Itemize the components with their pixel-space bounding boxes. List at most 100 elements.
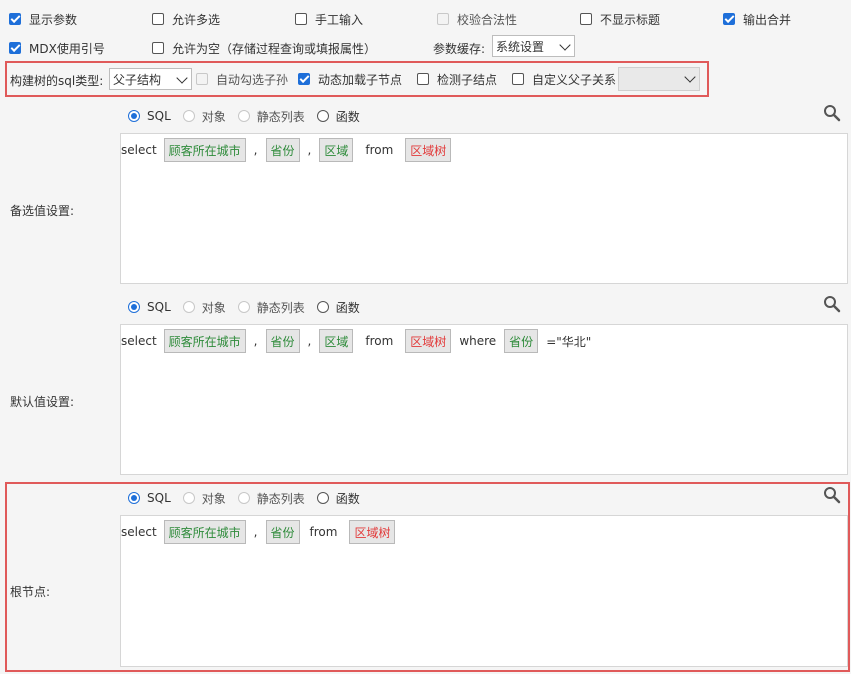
custom-relation-checkbox[interactable]: 自定义父子关系: [512, 71, 616, 87]
radio-disabled-icon: [237, 492, 250, 504]
hide-title-label: 不显示标题: [600, 12, 661, 27]
candidate-sql-editor[interactable]: select 顾客所在城市 , 省份 , 区域 from 区域树: [120, 133, 848, 284]
radio-static-label: 静态列表: [256, 300, 305, 315]
radio-object: 对象: [182, 108, 226, 125]
validate-label: 校验合法性: [457, 12, 518, 27]
checkbox-checked-icon: [298, 73, 310, 85]
checkbox-checked-icon: [723, 13, 735, 25]
field-token[interactable]: 顾客所在城市: [163, 138, 246, 162]
validate-checkbox: 校验合法性: [437, 11, 517, 27]
checkbox-unchecked-icon: [417, 73, 429, 85]
radio-selected-icon: [128, 301, 140, 313]
tree-type-select[interactable]: 父子结构: [109, 68, 192, 90]
auto-check-children-checkbox: 自动勾选子孙: [196, 71, 288, 87]
candidate-label: 备选值设置:: [10, 204, 75, 218]
comma: ,: [253, 525, 258, 539]
sql-line: select 顾客所在城市 , 省份 , 区域 from 区域树 where 省…: [121, 328, 598, 354]
mdx-ref-label: MDX使用引号: [29, 41, 105, 56]
show-params-label: 显示参数: [29, 12, 78, 27]
param-cache-select[interactable]: 系统设置: [492, 35, 575, 57]
default-sql-editor[interactable]: select 顾客所在城市 , 省份 , 区域 from 区域树 where 省…: [120, 324, 848, 475]
comma: ,: [307, 334, 312, 348]
checkbox-unchecked-icon: [152, 13, 164, 25]
detect-children-checkbox[interactable]: 检测子结点: [417, 71, 497, 87]
select-keyword: select: [121, 525, 157, 539]
custom-relation-label: 自定义父子关系: [532, 72, 617, 87]
hide-title-checkbox[interactable]: 不显示标题: [580, 11, 660, 27]
default-source-radios: SQL 对象 静态列表 函数: [128, 299, 372, 315]
manual-input-checkbox[interactable]: 手工输入: [295, 11, 363, 27]
table-token[interactable]: 区域树: [405, 329, 452, 353]
manual-input-label: 手工输入: [315, 12, 364, 27]
radio-static-list: 静态列表: [237, 490, 305, 507]
radio-unselected-icon: [316, 301, 329, 313]
field-token[interactable]: 省份: [265, 138, 300, 162]
field-token[interactable]: 省份: [265, 520, 300, 544]
search-icon[interactable]: [823, 104, 841, 122]
radio-function-label: 函数: [335, 109, 360, 124]
chevron-down-icon: [559, 39, 571, 51]
field-token[interactable]: 顾客所在城市: [163, 520, 246, 544]
comma: ,: [253, 334, 258, 348]
search-icon[interactable]: [823, 295, 841, 313]
tree-type-label: 构建树的sql类型:: [10, 74, 104, 88]
sql-line: select 顾客所在城市 , 省份 from 区域树: [121, 519, 403, 545]
output-merge-checkbox[interactable]: 输出合并: [723, 11, 791, 27]
allow-empty-checkbox[interactable]: 允许为空（存储过程查询或填报属性）: [152, 40, 376, 56]
checkbox-checked-icon: [9, 13, 21, 25]
table-token[interactable]: 区域树: [349, 520, 396, 544]
checkbox-unchecked-icon: [152, 42, 164, 54]
radio-disabled-icon: [182, 301, 195, 313]
where-keyword: where: [459, 334, 497, 348]
field-token[interactable]: 区域: [319, 138, 354, 162]
root-sql-editor[interactable]: select 顾客所在城市 , 省份 from 区域树: [120, 515, 848, 667]
field-token[interactable]: 省份: [265, 329, 300, 353]
select-keyword: select: [121, 334, 157, 348]
checkbox-disabled-icon: [437, 13, 449, 25]
chevron-down-icon: [684, 71, 696, 83]
root-source-radios: SQL 对象 静态列表 函数: [128, 490, 372, 506]
custom-relation-select: [618, 67, 700, 91]
radio-sql[interactable]: SQL: [128, 491, 171, 505]
radio-function[interactable]: 函数: [316, 299, 360, 316]
radio-unselected-icon: [316, 110, 329, 122]
show-params-checkbox[interactable]: 显示参数: [9, 11, 77, 27]
from-keyword: from: [309, 525, 338, 539]
param-cache-label: 参数缓存:: [433, 42, 486, 56]
radio-function-label: 函数: [335, 491, 360, 506]
radio-disabled-icon: [237, 301, 250, 313]
checkbox-unchecked-icon: [512, 73, 524, 85]
radio-static-list: 静态列表: [237, 299, 305, 316]
radio-object-label: 对象: [201, 109, 226, 124]
checkbox-unchecked-icon: [580, 13, 592, 25]
radio-object-label: 对象: [201, 491, 226, 506]
search-icon[interactable]: [823, 486, 841, 504]
field-token[interactable]: 顾客所在城市: [163, 329, 246, 353]
field-token[interactable]: 区域: [319, 329, 354, 353]
allow-empty-label: 允许为空（存储过程查询或填报属性）: [172, 41, 377, 56]
radio-unselected-icon: [316, 492, 329, 504]
radio-sql-label: SQL: [147, 491, 171, 505]
dynamic-load-checkbox[interactable]: 动态加载子节点: [298, 71, 402, 87]
field-token[interactable]: 省份: [504, 329, 539, 353]
from-keyword: from: [365, 143, 394, 157]
radio-function[interactable]: 函数: [316, 108, 360, 125]
allow-multi-checkbox[interactable]: 允许多选: [152, 11, 220, 27]
radio-function[interactable]: 函数: [316, 490, 360, 507]
mdx-ref-checkbox[interactable]: MDX使用引号: [9, 40, 105, 56]
chevron-down-icon: [176, 72, 188, 84]
table-token[interactable]: 区域树: [405, 138, 452, 162]
radio-disabled-icon: [182, 492, 195, 504]
sql-line: select 顾客所在城市 , 省份 , 区域 from 区域树: [121, 137, 459, 163]
radio-sql-label: SQL: [147, 300, 171, 314]
from-keyword: from: [365, 334, 394, 348]
radio-sql[interactable]: SQL: [128, 300, 171, 314]
auto-check-children-label: 自动勾选子孙: [216, 72, 289, 87]
tree-type-value: 父子结构: [113, 72, 162, 87]
output-merge-label: 输出合并: [743, 12, 792, 27]
radio-disabled-icon: [182, 110, 195, 122]
checkbox-checked-icon: [9, 42, 21, 54]
root-node-label: 根节点:: [10, 585, 51, 599]
detect-children-label: 检测子结点: [437, 72, 498, 87]
radio-sql[interactable]: SQL: [128, 109, 171, 123]
